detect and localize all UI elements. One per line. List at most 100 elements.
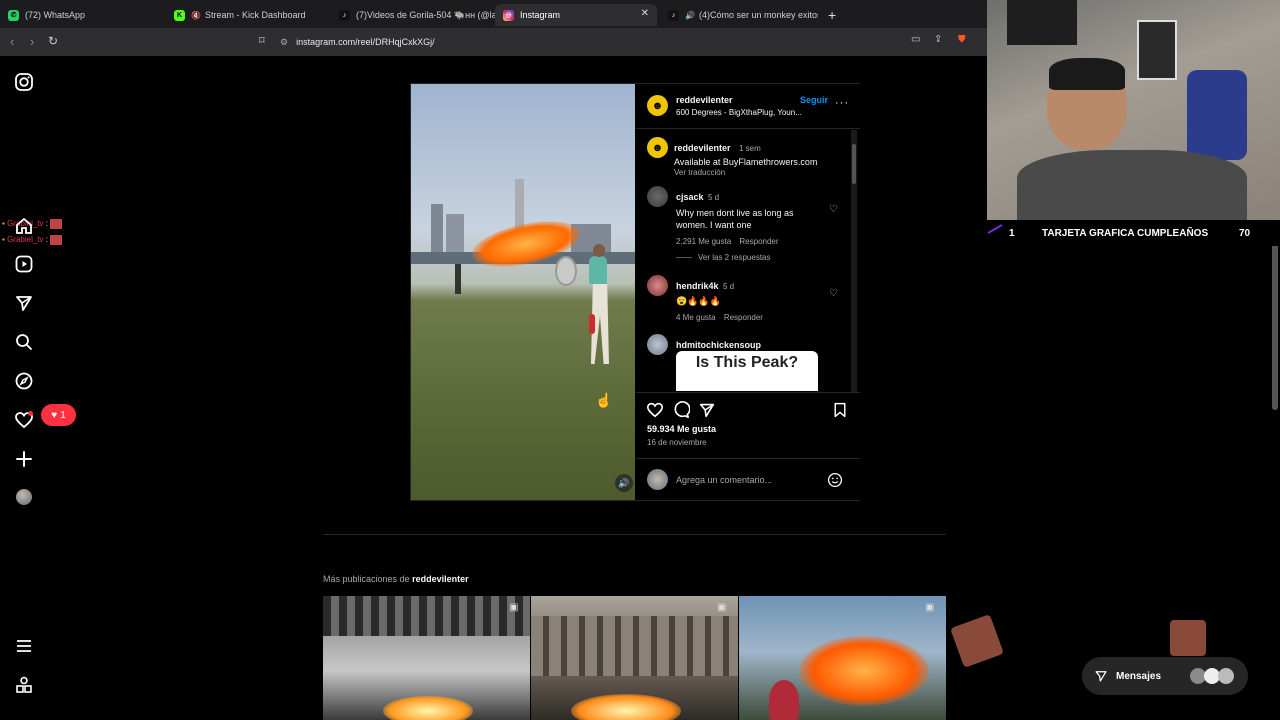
reload-icon[interactable]: ↻ xyxy=(48,34,58,48)
home-icon[interactable] xyxy=(14,216,34,236)
chat-separator: : xyxy=(45,219,49,228)
scrollbar-thumb[interactable] xyxy=(852,144,856,184)
likes-count[interactable]: 59.934 Me gusta xyxy=(647,424,716,434)
tab-whatsapp[interactable]: ✆ (72) WhatsApp xyxy=(0,4,165,26)
caption-time: 1 sem xyxy=(738,144,761,153)
more-post-thumbnail[interactable]: ▣ xyxy=(323,596,530,720)
translate-link[interactable]: Ver traducción xyxy=(674,168,854,177)
whatsapp-icon: ✆ xyxy=(8,9,19,21)
caption-text: Available at BuyFlamethrowers.com xyxy=(674,157,818,167)
tab-label: (7)Videos de Gorila-504 🐃нн (@lam xyxy=(356,9,496,20)
site-info-icon[interactable]: ⚙ xyxy=(280,37,288,48)
comments-scrollbar[interactable] xyxy=(851,130,857,392)
brave-shield-icon[interactable]: ⛊ xyxy=(958,34,966,45)
speaker-muted-icon: 🔇 xyxy=(191,10,201,20)
bookmark-icon[interactable]: ⌑ xyxy=(259,34,265,47)
comment-bubble-icon[interactable] xyxy=(672,401,690,419)
comment-like-heart-icon[interactable]: ♡ xyxy=(829,288,838,299)
create-plus-icon[interactable] xyxy=(14,449,34,469)
url-text: instagram.com/reel/DRHqjCxkXGj/ xyxy=(296,37,435,47)
comment: cjsack 5 d Why men dont live as long as … xyxy=(676,187,826,246)
more-options-icon[interactable]: ··· xyxy=(835,97,849,109)
tab-kick-dashboard[interactable]: K 🔇 Stream - Kick Dashboard xyxy=(166,4,331,26)
notifications-heart-icon[interactable] xyxy=(14,410,34,430)
reels-icon[interactable] xyxy=(14,254,34,274)
heart-icon: ♥ xyxy=(51,409,58,421)
divider xyxy=(636,458,860,459)
ticker-text: TARJETA GRAFICA CUMPLEAÑOS xyxy=(1042,228,1209,239)
tab-instagram[interactable]: ◎ Instagram ✕ xyxy=(495,4,657,26)
tiktok-icon: ♪ xyxy=(668,9,679,21)
reel-indicator-icon: ▣ xyxy=(717,602,727,613)
reel-indicator-icon: ▣ xyxy=(509,602,519,613)
notification-count: 1 xyxy=(60,409,66,421)
cast-icon[interactable]: ▭ xyxy=(911,34,920,45)
more-posts-username[interactable]: reddevilenter xyxy=(412,574,469,584)
comment: hendrik4k 5 d 😮🔥🔥🔥 4 Me gusta Responder xyxy=(676,276,826,322)
tab-tiktok-monkey[interactable]: ♪ 🔊 (4)Cómo ser un monkey exitoso y xyxy=(660,4,818,26)
share-send-icon[interactable] xyxy=(698,401,716,419)
search-icon[interactable] xyxy=(14,332,34,352)
emote-sticker xyxy=(950,614,1004,668)
comment-username[interactable]: cjsack xyxy=(676,192,704,202)
comment-username[interactable]: hendrik4k xyxy=(676,281,719,291)
reel-video[interactable]: 🔊 xyxy=(411,84,635,500)
post-header: reddevilenter 600 Degrees - BigXthaPlug,… xyxy=(676,95,802,117)
comment-time: 5 d xyxy=(722,282,735,291)
view-replies[interactable]: Ver las 2 respuestas xyxy=(676,253,770,262)
comment-username[interactable]: hdmitochickensoup xyxy=(676,340,761,350)
reply-button[interactable]: Responder xyxy=(724,313,763,322)
comment-like-heart-icon[interactable]: ♡ xyxy=(829,204,838,215)
more-post-thumbnail[interactable]: ▣ xyxy=(531,596,738,720)
menu-icon[interactable] xyxy=(14,636,34,656)
emote-icon xyxy=(50,234,63,245)
author-username[interactable]: reddevilenter xyxy=(676,95,802,105)
tiktok-icon: ♪ xyxy=(339,9,350,21)
back-icon[interactable]: ‹ xyxy=(10,34,14,49)
reel-indicator-icon: ▣ xyxy=(925,602,935,613)
volume-icon[interactable]: 🔊 xyxy=(615,474,633,492)
comment-likes[interactable]: 2.291 Me gusta xyxy=(676,237,731,246)
instagram-icon: ◎ xyxy=(503,9,514,21)
save-bookmark-icon[interactable] xyxy=(832,401,848,419)
more-apps-icon[interactable] xyxy=(14,675,34,695)
caption-username[interactable]: reddevilenter xyxy=(674,143,731,153)
profile-avatar[interactable] xyxy=(16,489,32,505)
comment-avatar[interactable] xyxy=(647,275,668,296)
direct-send-icon[interactable] xyxy=(14,293,34,313)
reply-button[interactable]: Responder xyxy=(739,237,778,246)
emoji-icon[interactable] xyxy=(827,472,843,488)
comment-likes[interactable]: 4 Me gusta xyxy=(676,313,716,322)
instagram-logo-icon[interactable] xyxy=(14,72,34,92)
explore-icon[interactable] xyxy=(14,371,34,391)
like-heart-icon[interactable] xyxy=(646,401,664,419)
comment-sticker[interactable]: Is This Peak? xyxy=(676,351,818,391)
more-post-thumbnail[interactable]: ▣ xyxy=(739,596,946,720)
comment-avatar[interactable] xyxy=(647,186,668,207)
author-avatar[interactable]: ☻ xyxy=(647,95,668,116)
audio-track[interactable]: 600 Degrees - BigXthaPlug, Youn... xyxy=(676,108,802,117)
browser-toolbar: ‹ › ↻ ⌑ ⚙ instagram.com/reel/DRHqjCxkXGj… xyxy=(0,28,990,56)
close-tab-icon[interactable]: ✕ xyxy=(641,8,649,19)
notification-badge[interactable]: ♥ 1 xyxy=(41,404,76,426)
comment-input[interactable]: Agrega un comentario... xyxy=(676,475,816,485)
comment-avatar[interactable] xyxy=(647,334,668,355)
chat-separator: : xyxy=(45,235,49,244)
url-bar[interactable]: ⚙ instagram.com/reel/DRHqjCxkXGj/ xyxy=(280,32,900,52)
follow-button[interactable]: Seguir xyxy=(800,95,828,105)
messages-button[interactable]: Mensajes xyxy=(1082,657,1248,695)
message-avatar xyxy=(1218,668,1234,684)
section-divider xyxy=(323,534,946,535)
share-icon[interactable]: ⇪ xyxy=(934,34,942,45)
own-avatar xyxy=(647,469,668,490)
page-scrollbar[interactable] xyxy=(1272,220,1278,410)
ticker-rank: 1 xyxy=(1009,228,1015,239)
tab-tiktok-gorila[interactable]: ♪ (7)Videos de Gorila-504 🐃нн (@lam xyxy=(331,4,496,26)
caption-avatar[interactable]: ☻ xyxy=(647,137,668,158)
webcam-feed xyxy=(987,0,1280,220)
emote-icon xyxy=(50,218,63,229)
forward-icon[interactable]: › xyxy=(30,34,34,49)
kick-icon: K xyxy=(174,9,185,21)
new-tab-button[interactable]: + xyxy=(822,4,846,26)
messages-label: Mensajes xyxy=(1116,670,1162,682)
